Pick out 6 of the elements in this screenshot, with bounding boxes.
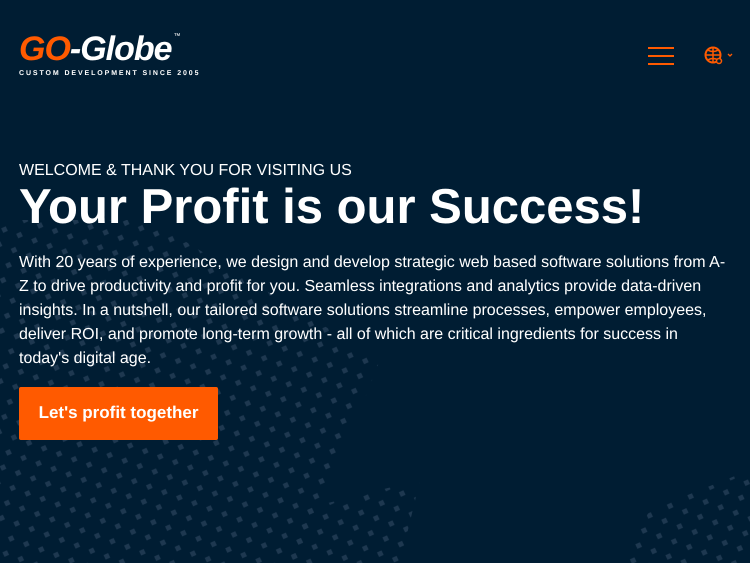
hero-paragraph: With 20 years of experience, we design and develop strategic web based software solutions from A-Z to drive productivity and profit for you. Seamless integrations and analytics provide data-driven insights. In a nutshell, our tailored software solutions streamline processes, empower employees, deliver ROI, and promote long-term growth - all of which are critical ingredients for success in today's digital age. (19, 252, 726, 368)
hero-title: Your Profit is our Success! (19, 180, 646, 234)
menu-icon[interactable] (648, 46, 674, 66)
logo-text[interactable]: GO-Globe (19, 32, 172, 66)
eyebrow-text: WELCOME & THANK YOU FOR VISITING US (19, 162, 353, 180)
globe-icon[interactable] (704, 46, 734, 66)
